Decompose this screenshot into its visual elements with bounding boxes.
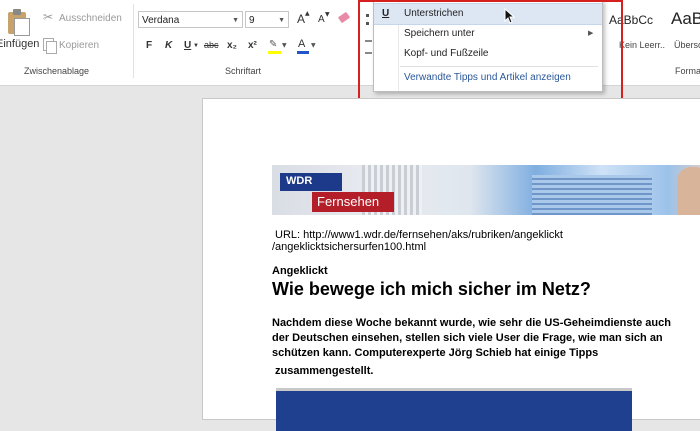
eraser-icon — [337, 11, 351, 24]
style-heading[interactable]: AaB Übersc — [665, 4, 700, 66]
wdr-logo-text: WDR — [286, 175, 313, 187]
article-image — [276, 388, 632, 431]
highlighter-icon: ✎ — [269, 39, 278, 50]
paste-icon — [6, 8, 30, 36]
bold-button[interactable]: F — [146, 40, 152, 51]
copy-label: Kopieren — [59, 40, 100, 51]
cut-label: Ausschneiden — [59, 13, 122, 24]
building-shape-2 — [532, 175, 652, 215]
paste-button[interactable]: Einfügen — [0, 4, 40, 62]
grow-arrow-icon: ▲ — [305, 10, 310, 17]
font-size-value: 9 — [249, 15, 255, 26]
wdr-logo: WDR — [280, 173, 342, 191]
highlight-frame — [358, 0, 623, 103]
chevron-down-icon: ▼ — [282, 42, 287, 49]
font-group-label: Schriftart — [225, 66, 262, 76]
paste-label: Einfügen — [0, 38, 40, 50]
italic-button[interactable]: K — [165, 40, 172, 51]
font-color-bar — [297, 51, 309, 54]
font-family-combo[interactable]: Verdana ▼ — [138, 11, 243, 28]
document-page[interactable]: WDR Fernsehen URL: http://www1.wdr.de/fe… — [202, 98, 700, 431]
cut-button[interactable]: ✂ Ausschneiden — [43, 10, 133, 28]
article-headline: Wie bewege ich mich sicher im Netz? — [272, 279, 591, 299]
shrink-arrow-icon: ▼ — [325, 11, 330, 18]
person-shape — [677, 167, 700, 215]
underline-dropdown-icon[interactable]: ▼ — [193, 43, 199, 49]
fernsehen-text: Fernsehen — [317, 194, 380, 209]
chevron-down-icon: ▼ — [232, 17, 239, 24]
body-line: schützen kann. Computerexperte Jörg Schi… — [272, 347, 599, 359]
separator — [133, 4, 134, 78]
fernsehen-box: Fernsehen — [312, 192, 394, 212]
superscript-button[interactable]: x² — [248, 40, 257, 51]
copy-icon-back — [46, 41, 57, 54]
underline-button[interactable]: U — [184, 40, 191, 51]
copy-button[interactable]: Kopieren — [43, 38, 133, 54]
clear-format-button[interactable] — [337, 11, 351, 26]
shrink-font-button[interactable]: A — [318, 14, 325, 25]
style-heading-preview: AaB — [671, 9, 700, 28]
body-line: zusammengestellt. — [275, 365, 374, 377]
url-line-1: URL: http://www1.wdr.de/fernsehen/aks/ru… — [275, 229, 563, 241]
wdr-banner-image: WDR Fernsehen — [272, 165, 700, 215]
font-family-value: Verdana — [142, 15, 180, 26]
styles-group-label: Forma — [675, 66, 700, 76]
body-line: der Deutschen einsehen, stellen sich vie… — [272, 332, 663, 344]
body-line: Nachdem diese Woche bekannt wurde, wie s… — [272, 317, 671, 329]
strikethrough-button[interactable]: abc — [204, 40, 219, 50]
style-heading-name: Übersc — [674, 40, 700, 50]
scissors-icon: ✂ — [43, 10, 54, 24]
chevron-down-icon: ▼ — [278, 17, 285, 24]
url-line-2: /angeklicktsichersurfen100.html — [272, 241, 427, 253]
highlight-color-bar — [268, 51, 281, 54]
highlight-button[interactable]: ✎ ▼ — [268, 38, 288, 54]
chevron-down-icon: ▼ — [311, 42, 316, 49]
grow-font-button[interactable]: A — [297, 12, 305, 26]
article-kicker: Angeklickt — [272, 265, 328, 277]
font-color-glyph: A — [298, 38, 306, 50]
subscript-button[interactable]: x₂ — [227, 40, 237, 51]
font-size-combo[interactable]: 9 ▼ — [245, 11, 289, 28]
clipboard-group-label: Zwischenablage — [24, 66, 90, 76]
font-color-button[interactable]: A ▼ — [297, 38, 319, 54]
style-no-spacing-name: Kein Leerr... — [619, 40, 668, 50]
